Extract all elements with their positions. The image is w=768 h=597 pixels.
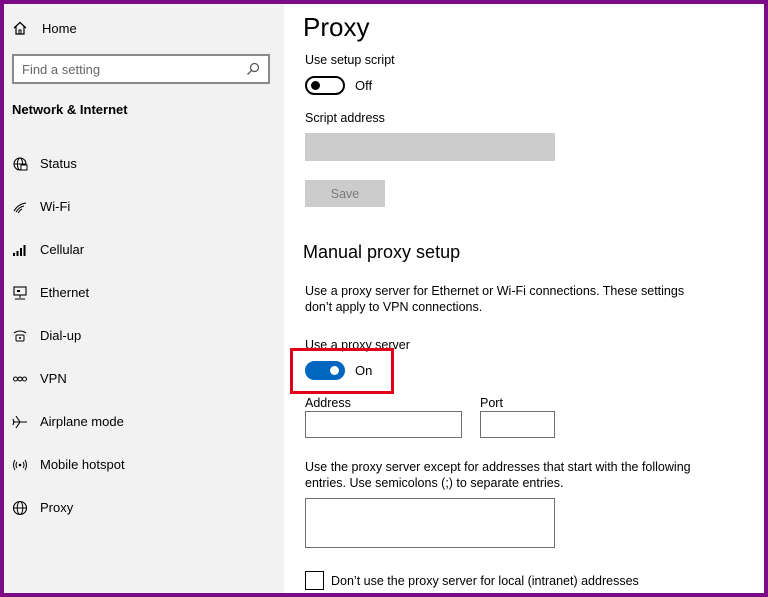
- sidebar-nav: Status Wi-Fi Cellular Ethernet Dial-up V…: [4, 142, 284, 529]
- hotspot-icon: [12, 457, 28, 473]
- setup-script-state: Off: [355, 78, 373, 93]
- sidebar-item-label: VPN: [40, 371, 67, 386]
- highlight-box: [290, 348, 394, 394]
- vpn-icon: [12, 371, 28, 387]
- sidebar-item-mobile-hotspot[interactable]: Mobile hotspot: [4, 443, 284, 486]
- status-globe-icon: [12, 156, 28, 172]
- script-address-label: Script address: [305, 111, 385, 125]
- home-link[interactable]: Home: [12, 18, 77, 38]
- search-box[interactable]: [12, 54, 270, 84]
- dialup-icon: [12, 328, 28, 344]
- sidebar-item-vpn[interactable]: VPN: [4, 357, 284, 400]
- search-input[interactable]: [22, 61, 246, 77]
- address-label: Address: [305, 396, 351, 410]
- exceptions-textarea[interactable]: [305, 498, 555, 548]
- setup-script-toggle[interactable]: [305, 76, 345, 95]
- home-icon: [13, 21, 27, 35]
- sidebar-item-label: Proxy: [40, 500, 74, 515]
- local-bypass-checkbox[interactable]: [305, 571, 324, 590]
- sidebar-item-cellular[interactable]: Cellular: [4, 228, 284, 271]
- manual-proxy-title: Manual proxy setup: [303, 242, 461, 262]
- sidebar-item-label: Dial-up: [40, 328, 82, 343]
- sidebar-item-label: Cellular: [40, 242, 85, 257]
- toggle-knob: [311, 81, 320, 90]
- cellular-icon: [12, 242, 28, 258]
- main-content: Proxy Use setup script Off Script addres…: [284, 4, 764, 593]
- port-label: Port: [480, 396, 503, 410]
- search-icon[interactable]: [246, 62, 260, 76]
- sidebar: Home Network & Internet Status Wi-Fi: [4, 4, 284, 593]
- sidebar-item-wifi[interactable]: Wi-Fi: [4, 185, 284, 228]
- port-input[interactable]: [480, 411, 555, 438]
- sidebar-item-ethernet[interactable]: Ethernet: [4, 271, 284, 314]
- sidebar-item-label: Wi-Fi: [40, 199, 71, 214]
- script-address-input[interactable]: [305, 133, 555, 161]
- airplane-icon: [12, 414, 28, 430]
- sidebar-item-label: Airplane mode: [40, 414, 124, 429]
- home-label: Home: [42, 20, 77, 36]
- section-title: Network & Internet: [12, 102, 128, 117]
- sidebar-item-proxy[interactable]: Proxy: [4, 486, 284, 529]
- address-input[interactable]: [305, 411, 462, 438]
- settings-window: Home Network & Internet Status Wi-Fi: [4, 4, 764, 593]
- page-title: Proxy: [303, 12, 370, 42]
- sidebar-item-label: Ethernet: [40, 285, 90, 300]
- sidebar-item-label: Status: [40, 156, 77, 171]
- ethernet-icon: [12, 285, 28, 301]
- local-bypass-label: Don’t use the proxy server for local (in…: [331, 573, 639, 588]
- sidebar-item-dialup[interactable]: Dial-up: [4, 314, 284, 357]
- setup-script-label: Use setup script: [305, 53, 395, 67]
- exceptions-description: Use the proxy server except for addresse…: [305, 460, 691, 490]
- sidebar-item-status[interactable]: Status: [4, 142, 284, 185]
- globe-icon: [12, 500, 28, 516]
- sidebar-item-airplane-mode[interactable]: Airplane mode: [4, 400, 284, 443]
- setup-script-toggle-row: Off: [305, 76, 372, 95]
- sidebar-item-label: Mobile hotspot: [40, 457, 125, 472]
- save-button[interactable]: Save: [305, 180, 385, 207]
- wifi-icon: [12, 199, 28, 215]
- local-bypass-row[interactable]: Don’t use the proxy server for local (in…: [305, 571, 639, 590]
- manual-proxy-description: Use a proxy server for Ethernet or Wi-Fi…: [305, 284, 685, 314]
